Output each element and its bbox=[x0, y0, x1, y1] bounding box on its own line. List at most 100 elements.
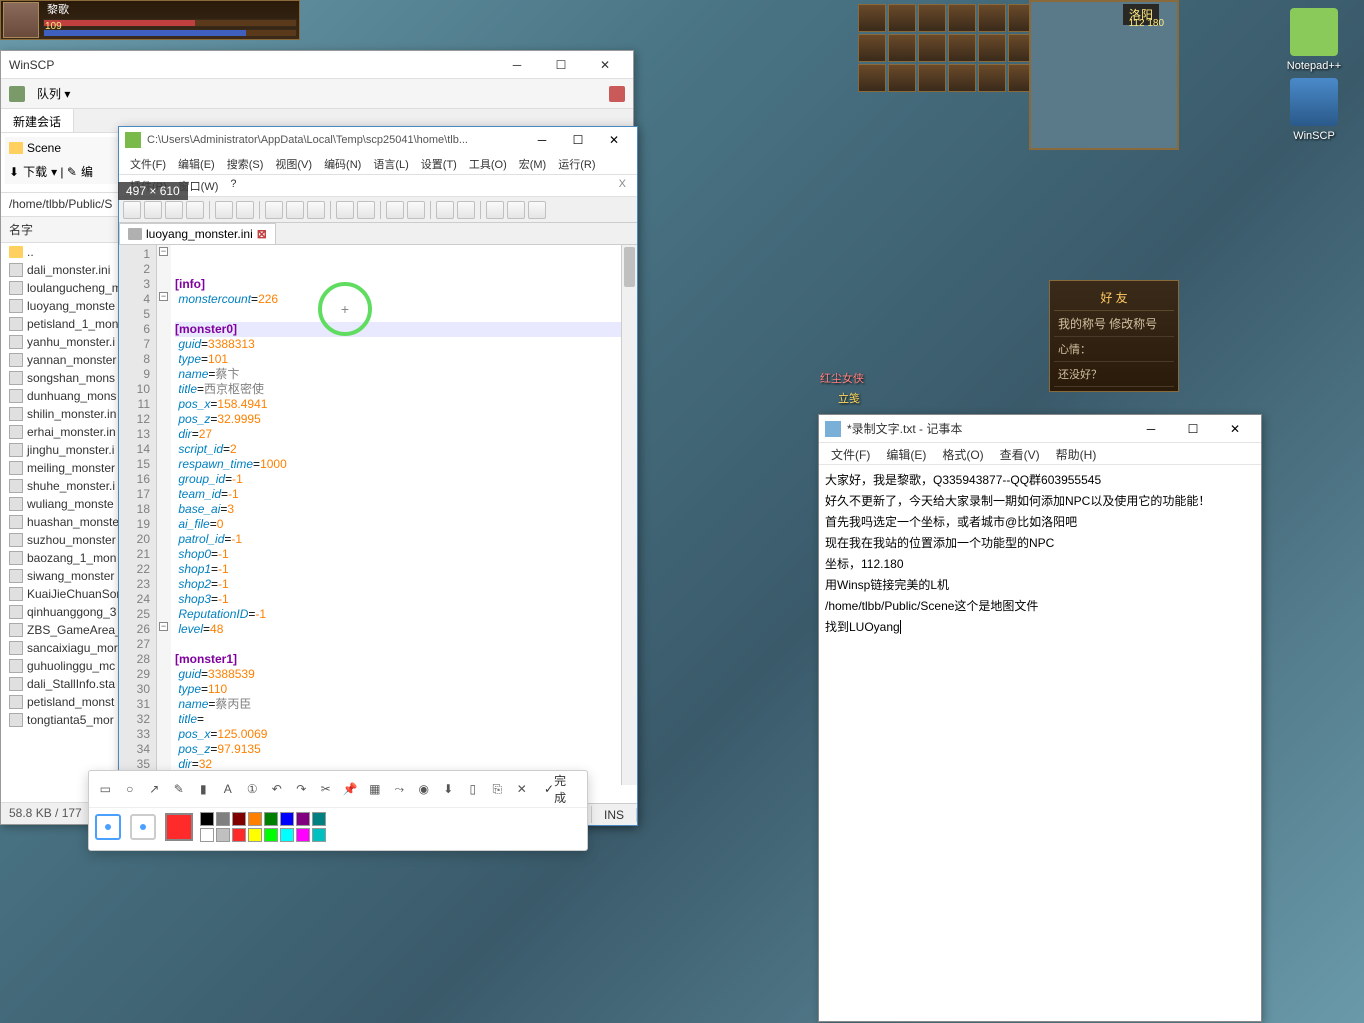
maximize-button[interactable]: ☐ bbox=[541, 55, 581, 75]
save-all-icon[interactable] bbox=[186, 201, 204, 219]
menu-settings[interactable]: 设置(T) bbox=[416, 153, 462, 174]
skill-slot[interactable] bbox=[858, 64, 886, 92]
gear-icon[interactable] bbox=[9, 86, 25, 102]
skill-slot[interactable] bbox=[858, 4, 886, 32]
menu-edit[interactable]: 编辑(E) bbox=[173, 153, 220, 174]
annotation-circle[interactable] bbox=[318, 282, 372, 336]
code-editor[interactable]: 1234567891011121314151617181920212223242… bbox=[119, 245, 637, 785]
zoom-in-icon[interactable] bbox=[436, 201, 454, 219]
skill-slot[interactable] bbox=[888, 4, 916, 32]
notepad-titlebar[interactable]: *录制文字.txt - 记事本 ─ ☐ ✕ bbox=[819, 415, 1261, 443]
menu-file[interactable]: 文件(F) bbox=[823, 443, 878, 464]
maximize-button[interactable]: ☐ bbox=[1173, 422, 1213, 436]
queue-button[interactable]: 队列 ▾ bbox=[37, 85, 70, 102]
skill-slot[interactable] bbox=[918, 4, 946, 32]
scrollbar[interactable] bbox=[621, 245, 637, 785]
download-icon[interactable]: ⬇ bbox=[438, 777, 459, 801]
cut-icon[interactable] bbox=[265, 201, 283, 219]
color-swatch[interactable] bbox=[248, 812, 262, 826]
color-swatch[interactable] bbox=[296, 828, 310, 842]
transfer-icon[interactable] bbox=[609, 86, 625, 102]
text-tool-icon[interactable]: A bbox=[218, 777, 239, 801]
player-portrait[interactable] bbox=[3, 2, 39, 38]
print-icon[interactable] bbox=[236, 201, 254, 219]
skill-slot[interactable] bbox=[948, 4, 976, 32]
circle-tool-icon[interactable]: ○ bbox=[120, 777, 141, 801]
pin-icon[interactable]: 📌 bbox=[340, 777, 361, 801]
menu-edit[interactable]: 编辑(E) bbox=[878, 443, 934, 464]
minimize-button[interactable]: ─ bbox=[1131, 422, 1171, 436]
menu-macro[interactable]: 宏(M) bbox=[514, 153, 552, 174]
menu-format[interactable]: 格式(O) bbox=[934, 443, 991, 464]
close-button[interactable]: ✕ bbox=[597, 133, 631, 147]
copy-icon[interactable]: ▯ bbox=[463, 777, 484, 801]
color-swatch[interactable] bbox=[312, 812, 326, 826]
brush-size-small[interactable] bbox=[95, 814, 121, 840]
counter-icon[interactable]: ⤳ bbox=[389, 777, 410, 801]
rect-tool-icon[interactable]: ▭ bbox=[95, 777, 116, 801]
minimize-button[interactable]: ─ bbox=[525, 133, 559, 147]
redo-icon[interactable] bbox=[357, 201, 375, 219]
skill-slot[interactable] bbox=[918, 64, 946, 92]
wordwrap-icon[interactable] bbox=[486, 201, 504, 219]
save-icon[interactable] bbox=[165, 201, 183, 219]
edit-nickname-button[interactable]: 修改称号 bbox=[1109, 317, 1157, 331]
brush-size-large[interactable] bbox=[130, 814, 156, 840]
desktop-icon-notepadpp[interactable]: Notepad++ bbox=[1284, 8, 1344, 72]
skill-slot[interactable] bbox=[978, 4, 1006, 32]
paste-icon[interactable] bbox=[307, 201, 325, 219]
color-swatch[interactable] bbox=[248, 828, 262, 842]
maximize-button[interactable]: ☐ bbox=[561, 133, 595, 147]
code-area[interactable]: [info] monstercount=226 [monster0] guid=… bbox=[171, 245, 637, 785]
number-tool-icon[interactable]: ① bbox=[242, 777, 263, 801]
skill-slot[interactable] bbox=[978, 34, 1006, 62]
menu-view[interactable]: 查看(V) bbox=[992, 443, 1048, 464]
find-icon[interactable] bbox=[386, 201, 404, 219]
scrollbar-thumb[interactable] bbox=[624, 247, 635, 287]
color-swatch[interactable] bbox=[200, 828, 214, 842]
fold-margin[interactable]: − − − bbox=[157, 245, 171, 785]
color-swatch[interactable] bbox=[216, 828, 230, 842]
pen-tool-icon[interactable]: ✎ bbox=[169, 777, 190, 801]
skill-slot[interactable] bbox=[888, 34, 916, 62]
close-button[interactable]: ✕ bbox=[1215, 422, 1255, 436]
color-swatch[interactable] bbox=[200, 812, 214, 826]
mosaic-icon[interactable]: ▦ bbox=[365, 777, 386, 801]
close-doc-button[interactable]: X bbox=[614, 175, 631, 196]
color-swatch[interactable] bbox=[232, 812, 246, 826]
copy-icon[interactable] bbox=[286, 201, 304, 219]
session-tab[interactable]: 新建会话 bbox=[1, 109, 74, 132]
skill-slot[interactable] bbox=[858, 34, 886, 62]
file-tab[interactable]: luoyang_monster.ini⊠ bbox=[119, 223, 276, 244]
minimize-button[interactable]: ─ bbox=[497, 55, 537, 75]
menu-file[interactable]: 文件(F) bbox=[125, 153, 171, 174]
undo-icon[interactable] bbox=[336, 201, 354, 219]
show-symbols-icon[interactable] bbox=[507, 201, 525, 219]
color-swatch[interactable] bbox=[232, 828, 246, 842]
zoom-out-icon[interactable] bbox=[457, 201, 475, 219]
menu-search[interactable]: 搜索(S) bbox=[222, 153, 269, 174]
notepad-textarea[interactable]: 大家好，我是黎歌，Q335943877--QQ群603955545 好久不更新了… bbox=[819, 465, 1261, 641]
marker-tool-icon[interactable]: ▮ bbox=[193, 777, 214, 801]
color-swatch[interactable] bbox=[296, 812, 310, 826]
tab-close-icon[interactable]: ⊠ bbox=[257, 227, 267, 241]
menu-help[interactable]: ? bbox=[225, 175, 241, 196]
menu-tools[interactable]: 工具(O) bbox=[464, 153, 512, 174]
arrow-tool-icon[interactable]: ↗ bbox=[144, 777, 165, 801]
menu-help[interactable]: 帮助(H) bbox=[1048, 443, 1105, 464]
current-color[interactable] bbox=[165, 813, 193, 841]
close-icon[interactable] bbox=[215, 201, 233, 219]
skill-slot[interactable] bbox=[948, 34, 976, 62]
close-button[interactable]: ✕ bbox=[585, 55, 625, 75]
indent-icon[interactable] bbox=[528, 201, 546, 219]
record-icon[interactable]: ◉ bbox=[414, 777, 435, 801]
color-swatch[interactable] bbox=[264, 828, 278, 842]
menu-encoding[interactable]: 编码(N) bbox=[319, 153, 366, 174]
color-swatch[interactable] bbox=[280, 812, 294, 826]
color-swatch[interactable] bbox=[216, 812, 230, 826]
color-swatch[interactable] bbox=[312, 828, 326, 842]
undo-icon[interactable]: ↶ bbox=[267, 777, 288, 801]
color-swatch[interactable] bbox=[264, 812, 278, 826]
cut-icon[interactable]: ✂ bbox=[316, 777, 337, 801]
menu-view[interactable]: 视图(V) bbox=[270, 153, 317, 174]
